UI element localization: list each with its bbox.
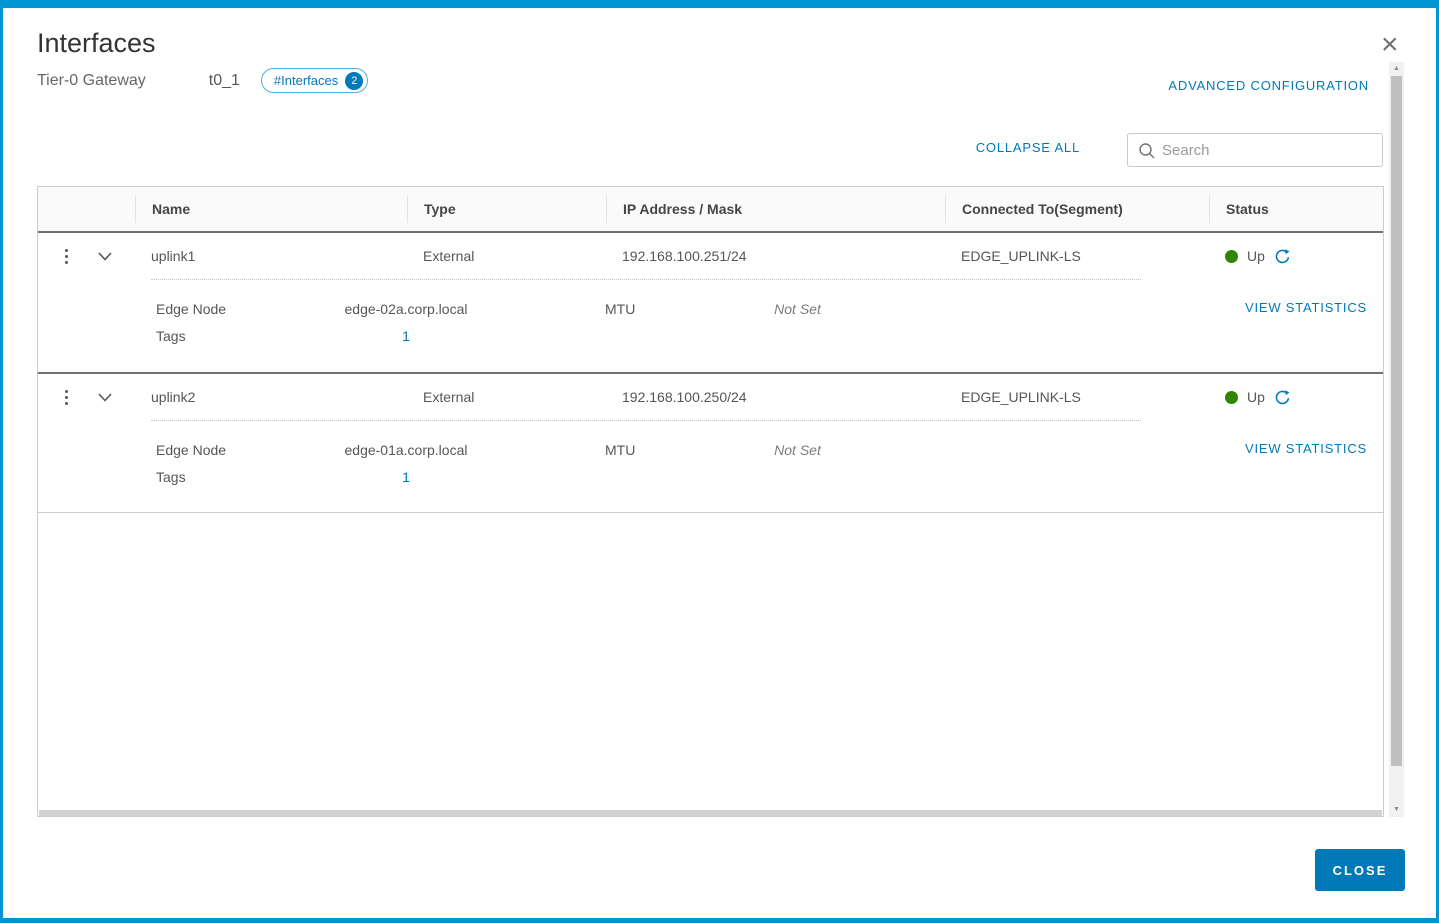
tags-label: Tags xyxy=(156,469,186,485)
close-button[interactable]: CLOSE xyxy=(1315,849,1405,891)
interfaces-count-badge: 2 xyxy=(345,71,364,90)
header-controls-column xyxy=(38,195,135,223)
header-status: Status xyxy=(1209,195,1383,223)
interface-segment: EDGE_UPLINK-LS xyxy=(961,389,1081,405)
row-menu-icon[interactable] xyxy=(62,387,71,408)
interface-type: External xyxy=(423,389,475,405)
tags-label: Tags xyxy=(156,328,186,344)
collapse-all-button[interactable]: COLLAPSE ALL xyxy=(976,140,1080,155)
view-statistics-link[interactable]: VIEW STATISTICS xyxy=(1245,441,1367,456)
interface-ip: 192.168.100.251/24 xyxy=(622,248,747,264)
interfaces-table: Name Type IP Address / Mask Connected To… xyxy=(37,186,1384,817)
mtu-value: Not Set xyxy=(774,301,821,317)
header-segment: Connected To(Segment) xyxy=(945,195,1209,223)
interface-name: uplink2 xyxy=(151,389,196,405)
close-icon[interactable]: × xyxy=(1381,30,1399,60)
edge-node-label: Edge Node xyxy=(156,442,227,458)
row-menu-icon[interactable] xyxy=(62,246,71,267)
tags-count-link[interactable]: 1 xyxy=(402,469,410,485)
interface-detail: Edge Node edge-02a.corp.local MTU Not Se… xyxy=(38,279,1383,350)
interfaces-dialog: Interfaces × Tier-0 Gateway t0_1 #Interf… xyxy=(3,8,1436,918)
header-ip: IP Address / Mask xyxy=(606,195,945,223)
vertical-scrollbar[interactable]: ▲ ▼ xyxy=(1389,62,1404,817)
table-row: uplink1 External 192.168.100.251/24 EDGE… xyxy=(38,231,1383,372)
row-controls xyxy=(38,246,135,267)
status-label: Up xyxy=(1247,389,1265,405)
search-input[interactable] xyxy=(1162,134,1380,166)
mtu-label: MTU xyxy=(605,301,636,317)
status-cell: Up xyxy=(1209,248,1383,265)
scroll-down-arrow-icon[interactable]: ▼ xyxy=(1389,803,1404,817)
edge-node-value: edge-01a.corp.local xyxy=(344,442,468,458)
row-controls xyxy=(38,387,135,408)
table-row: uplink2 External 192.168.100.250/24 EDGE… xyxy=(38,372,1383,513)
chevron-down-icon[interactable] xyxy=(98,251,112,261)
search-box xyxy=(1127,133,1383,167)
mtu-value: Not Set xyxy=(774,442,821,458)
gateway-type-label: Tier-0 Gateway xyxy=(37,71,146,89)
refresh-status-icon[interactable] xyxy=(1274,248,1291,265)
interface-ip: 192.168.100.250/24 xyxy=(622,389,747,405)
interfaces-pill-label: #Interfaces xyxy=(273,73,339,88)
interface-detail: Edge Node edge-01a.corp.local MTU Not Se… xyxy=(38,420,1383,491)
status-cell: Up xyxy=(1209,389,1383,406)
page-title: Interfaces xyxy=(37,28,156,58)
gateway-name: t0_1 xyxy=(208,71,240,89)
interface-main-row: uplink2 External 192.168.100.250/24 EDGE… xyxy=(38,374,1383,420)
interface-main-row: uplink1 External 192.168.100.251/24 EDGE… xyxy=(38,233,1383,279)
interface-name: uplink1 xyxy=(151,248,196,264)
edge-node-value: edge-02a.corp.local xyxy=(344,301,468,317)
edge-node-label: Edge Node xyxy=(156,301,227,317)
horizontal-scrollbar[interactable] xyxy=(39,810,1382,816)
scrollbar-thumb[interactable] xyxy=(1391,76,1402,766)
scroll-up-arrow-icon[interactable]: ▲ xyxy=(1389,62,1404,76)
view-statistics-link[interactable]: VIEW STATISTICS xyxy=(1245,300,1367,315)
interfaces-count-pill[interactable]: #Interfaces 2 xyxy=(260,68,369,93)
status-up-dot xyxy=(1225,249,1238,263)
status-up-dot xyxy=(1225,390,1238,404)
interface-segment: EDGE_UPLINK-LS xyxy=(961,248,1081,264)
search-icon xyxy=(1139,143,1155,159)
advanced-configuration-link[interactable]: ADVANCED CONFIGURATION xyxy=(1168,78,1369,93)
tags-count-link[interactable]: 1 xyxy=(402,328,410,344)
mtu-label: MTU xyxy=(605,442,636,458)
table-header-row: Name Type IP Address / Mask Connected To… xyxy=(38,187,1383,231)
chevron-down-icon[interactable] xyxy=(98,392,112,402)
status-label: Up xyxy=(1247,248,1265,264)
interface-type: External xyxy=(423,248,475,264)
header-name: Name xyxy=(135,195,407,223)
refresh-status-icon[interactable] xyxy=(1274,389,1291,406)
header-type: Type xyxy=(407,195,606,223)
gateway-subheader: Tier-0 Gateway t0_1 #Interfaces 2 xyxy=(37,68,369,93)
